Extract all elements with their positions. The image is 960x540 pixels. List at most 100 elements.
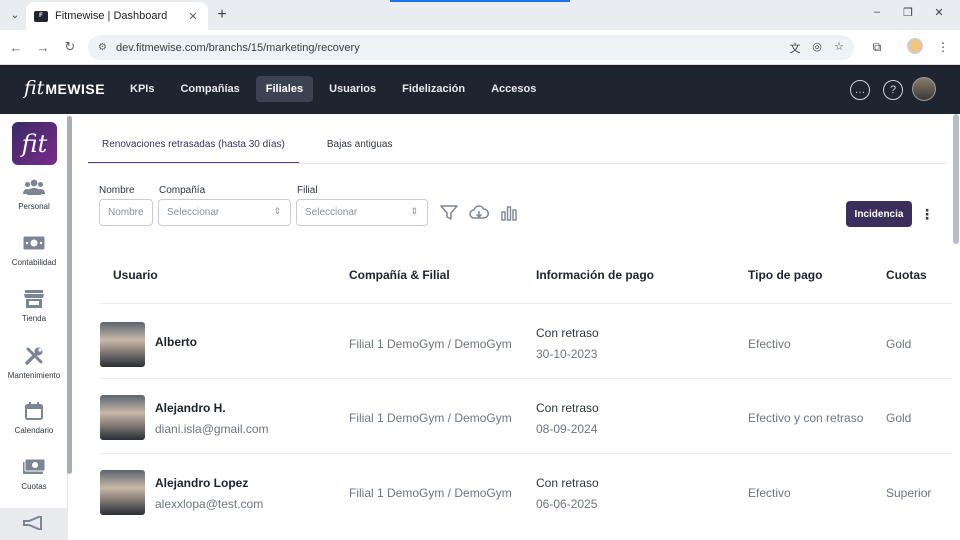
sidebar-item-mantenimiento[interactable]: Mantenimiento [0, 347, 68, 393]
payment-type: Efectivo [748, 337, 791, 351]
bookmark-star-icon[interactable]: ☆ [832, 40, 846, 56]
bar-chart-icon[interactable] [499, 204, 519, 222]
eye-off-icon[interactable]: ◎ [810, 40, 824, 56]
chevron-updown-icon: ⇕ [273, 206, 281, 216]
browser-menu-icon[interactable]: ⋮ [934, 38, 952, 56]
sidebar-scrollbar[interactable] [67, 116, 72, 474]
cloud-download-icon[interactable] [469, 204, 489, 222]
quota: Superior [886, 486, 932, 500]
header-cuotas[interactable]: Cuotas [886, 268, 927, 282]
tabs-divider [88, 163, 948, 164]
table-row[interactable]: Alberto Filial 1 DemoGym / DemoGym Con r… [100, 303, 952, 378]
incidencia-button[interactable]: Incidencia [846, 201, 912, 227]
nav-filiales[interactable]: Filiales [255, 76, 314, 102]
browser-tab[interactable]: F Fitmewise | Dashboard ✕ [26, 2, 208, 30]
cash-icon [23, 458, 45, 476]
compania-select[interactable]: Seleccionar ⇕ [158, 199, 291, 226]
money-icon [23, 234, 45, 252]
site-info-icon[interactable]: ⚙ [98, 42, 107, 53]
payment-date: 08-09-2024 [536, 422, 598, 436]
user-email: diani.isla@gmail.com [155, 422, 269, 436]
quota: Gold [886, 337, 912, 351]
new-tab-button[interactable]: + [212, 5, 232, 25]
nav-accesos[interactable]: Accesos [481, 76, 546, 102]
filial-label: Filial [297, 185, 318, 196]
tab-search-icon[interactable]: ⌄ [6, 6, 24, 24]
chat-icon[interactable]: … [850, 80, 870, 100]
sidebar-item-marketing[interactable] [0, 508, 68, 540]
header-usuario[interactable]: Usuario [113, 268, 158, 282]
extensions-icon[interactable]: ⧉ [868, 38, 886, 56]
payment-type: Efectivo y con retraso [748, 411, 864, 425]
sidebar-item-personal[interactable]: Personal [0, 178, 68, 224]
header-compania-filial[interactable]: Compañía & Filial [349, 268, 450, 282]
chevron-updown-icon: ⇕ [410, 206, 418, 216]
close-window-icon[interactable]: ✕ [930, 6, 948, 19]
table-row[interactable]: Alejandro Lopez alexxlopa@test.com Filia… [100, 453, 952, 528]
translate-icon[interactable]: 文 [788, 40, 802, 56]
avatar [100, 322, 145, 367]
app-logo[interactable]: fit MEWISE [24, 77, 105, 99]
nombre-input[interactable]: Nombre [99, 199, 153, 226]
company-branch: Filial 1 DemoGym / DemoGym [349, 411, 512, 425]
sidebar-logo[interactable]: fit [12, 122, 57, 165]
address-bar: ← → ↻ ⚙ dev.fitmewise.com/branchs/15/mar… [0, 30, 960, 65]
user-name: Alberto [155, 335, 197, 349]
quota: Gold [886, 411, 912, 425]
minimize-icon[interactable]: – [868, 6, 886, 18]
sidebar-item-calendario[interactable]: Calendario [0, 402, 68, 448]
loading-indicator [390, 0, 570, 2]
url-text: dev.fitmewise.com/branchs/15/marketing/r… [115, 41, 360, 54]
store-icon [23, 290, 45, 308]
nombre-label: Nombre [99, 185, 135, 196]
payment-type: Efectivo [748, 486, 791, 500]
close-tab-icon[interactable]: ✕ [186, 10, 200, 23]
content-tabs: Renovaciones retrasadas (hasta 30 días) … [88, 128, 407, 164]
reload-icon[interactable]: ↻ [61, 38, 79, 56]
browser-profile-avatar[interactable] [907, 38, 923, 54]
nav-companias[interactable]: Compañías [170, 76, 249, 102]
user-name: Alejandro Lopez [155, 476, 249, 490]
payment-status: Con retraso [536, 476, 599, 490]
user-name: Alejandro H. [155, 401, 226, 415]
browser-tab-bar: ⌄ F Fitmewise | Dashboard ✕ + – ❐ ✕ [0, 0, 960, 30]
restore-icon[interactable]: ❐ [899, 6, 917, 19]
sidebar-item-tienda[interactable]: Tienda [0, 290, 68, 336]
nav-usuarios[interactable]: Usuarios [319, 76, 386, 102]
main-nav: KPIs Compañías Filiales Usuarios Fideliz… [120, 76, 546, 102]
tab-title: Fitmewise | Dashboard [55, 10, 168, 22]
user-avatar[interactable] [912, 77, 936, 101]
page-scrollbar[interactable] [953, 114, 959, 244]
tab-bajas-antiguas[interactable]: Bajas antiguas [313, 128, 407, 164]
payment-status: Con retraso [536, 326, 599, 340]
avatar [100, 395, 145, 440]
company-branch: Filial 1 DemoGym / DemoGym [349, 486, 512, 500]
filter-icon[interactable] [439, 204, 459, 222]
app-header: fit MEWISE KPIs Compañías Filiales Usuari… [0, 65, 960, 114]
header-informacion-pago[interactable]: Información de pago [536, 268, 654, 282]
calendar-icon [23, 402, 45, 420]
url-field[interactable]: ⚙ dev.fitmewise.com/branchs/15/marketing… [88, 35, 854, 60]
tools-icon [23, 347, 45, 365]
table-row[interactable]: Alejandro H. diani.isla@gmail.com Filial… [100, 378, 952, 453]
user-email: alexxlopa@test.com [155, 497, 264, 511]
forward-icon[interactable]: → [34, 38, 52, 56]
nav-kpis[interactable]: KPIs [120, 76, 164, 102]
sidebar-item-contabilidad[interactable]: Contabilidad [0, 234, 68, 280]
payment-status: Con retraso [536, 401, 599, 415]
payment-date: 06-06-2025 [536, 497, 598, 511]
more-options-icon[interactable]: ⋮ [920, 203, 934, 225]
compania-label: Compañía [159, 185, 206, 196]
tab-renovaciones-retrasadas[interactable]: Renovaciones retrasadas (hasta 30 días) [88, 128, 299, 164]
avatar [100, 470, 145, 515]
sidebar-item-cuotas[interactable]: Cuotas [0, 458, 68, 504]
help-icon[interactable]: ? [883, 80, 903, 100]
filial-select[interactable]: Seleccionar ⇕ [296, 199, 428, 226]
company-branch: Filial 1 DemoGym / DemoGym [349, 337, 512, 351]
sidebar: fit Personal Contabilidad Tienda Manteni… [0, 114, 68, 540]
back-icon[interactable]: ← [7, 38, 25, 56]
header-tipo-pago[interactable]: Tipo de pago [748, 268, 822, 282]
users-icon [23, 178, 45, 196]
nav-fidelizacion[interactable]: Fidelización [392, 76, 475, 102]
favicon-icon: F [34, 10, 48, 22]
